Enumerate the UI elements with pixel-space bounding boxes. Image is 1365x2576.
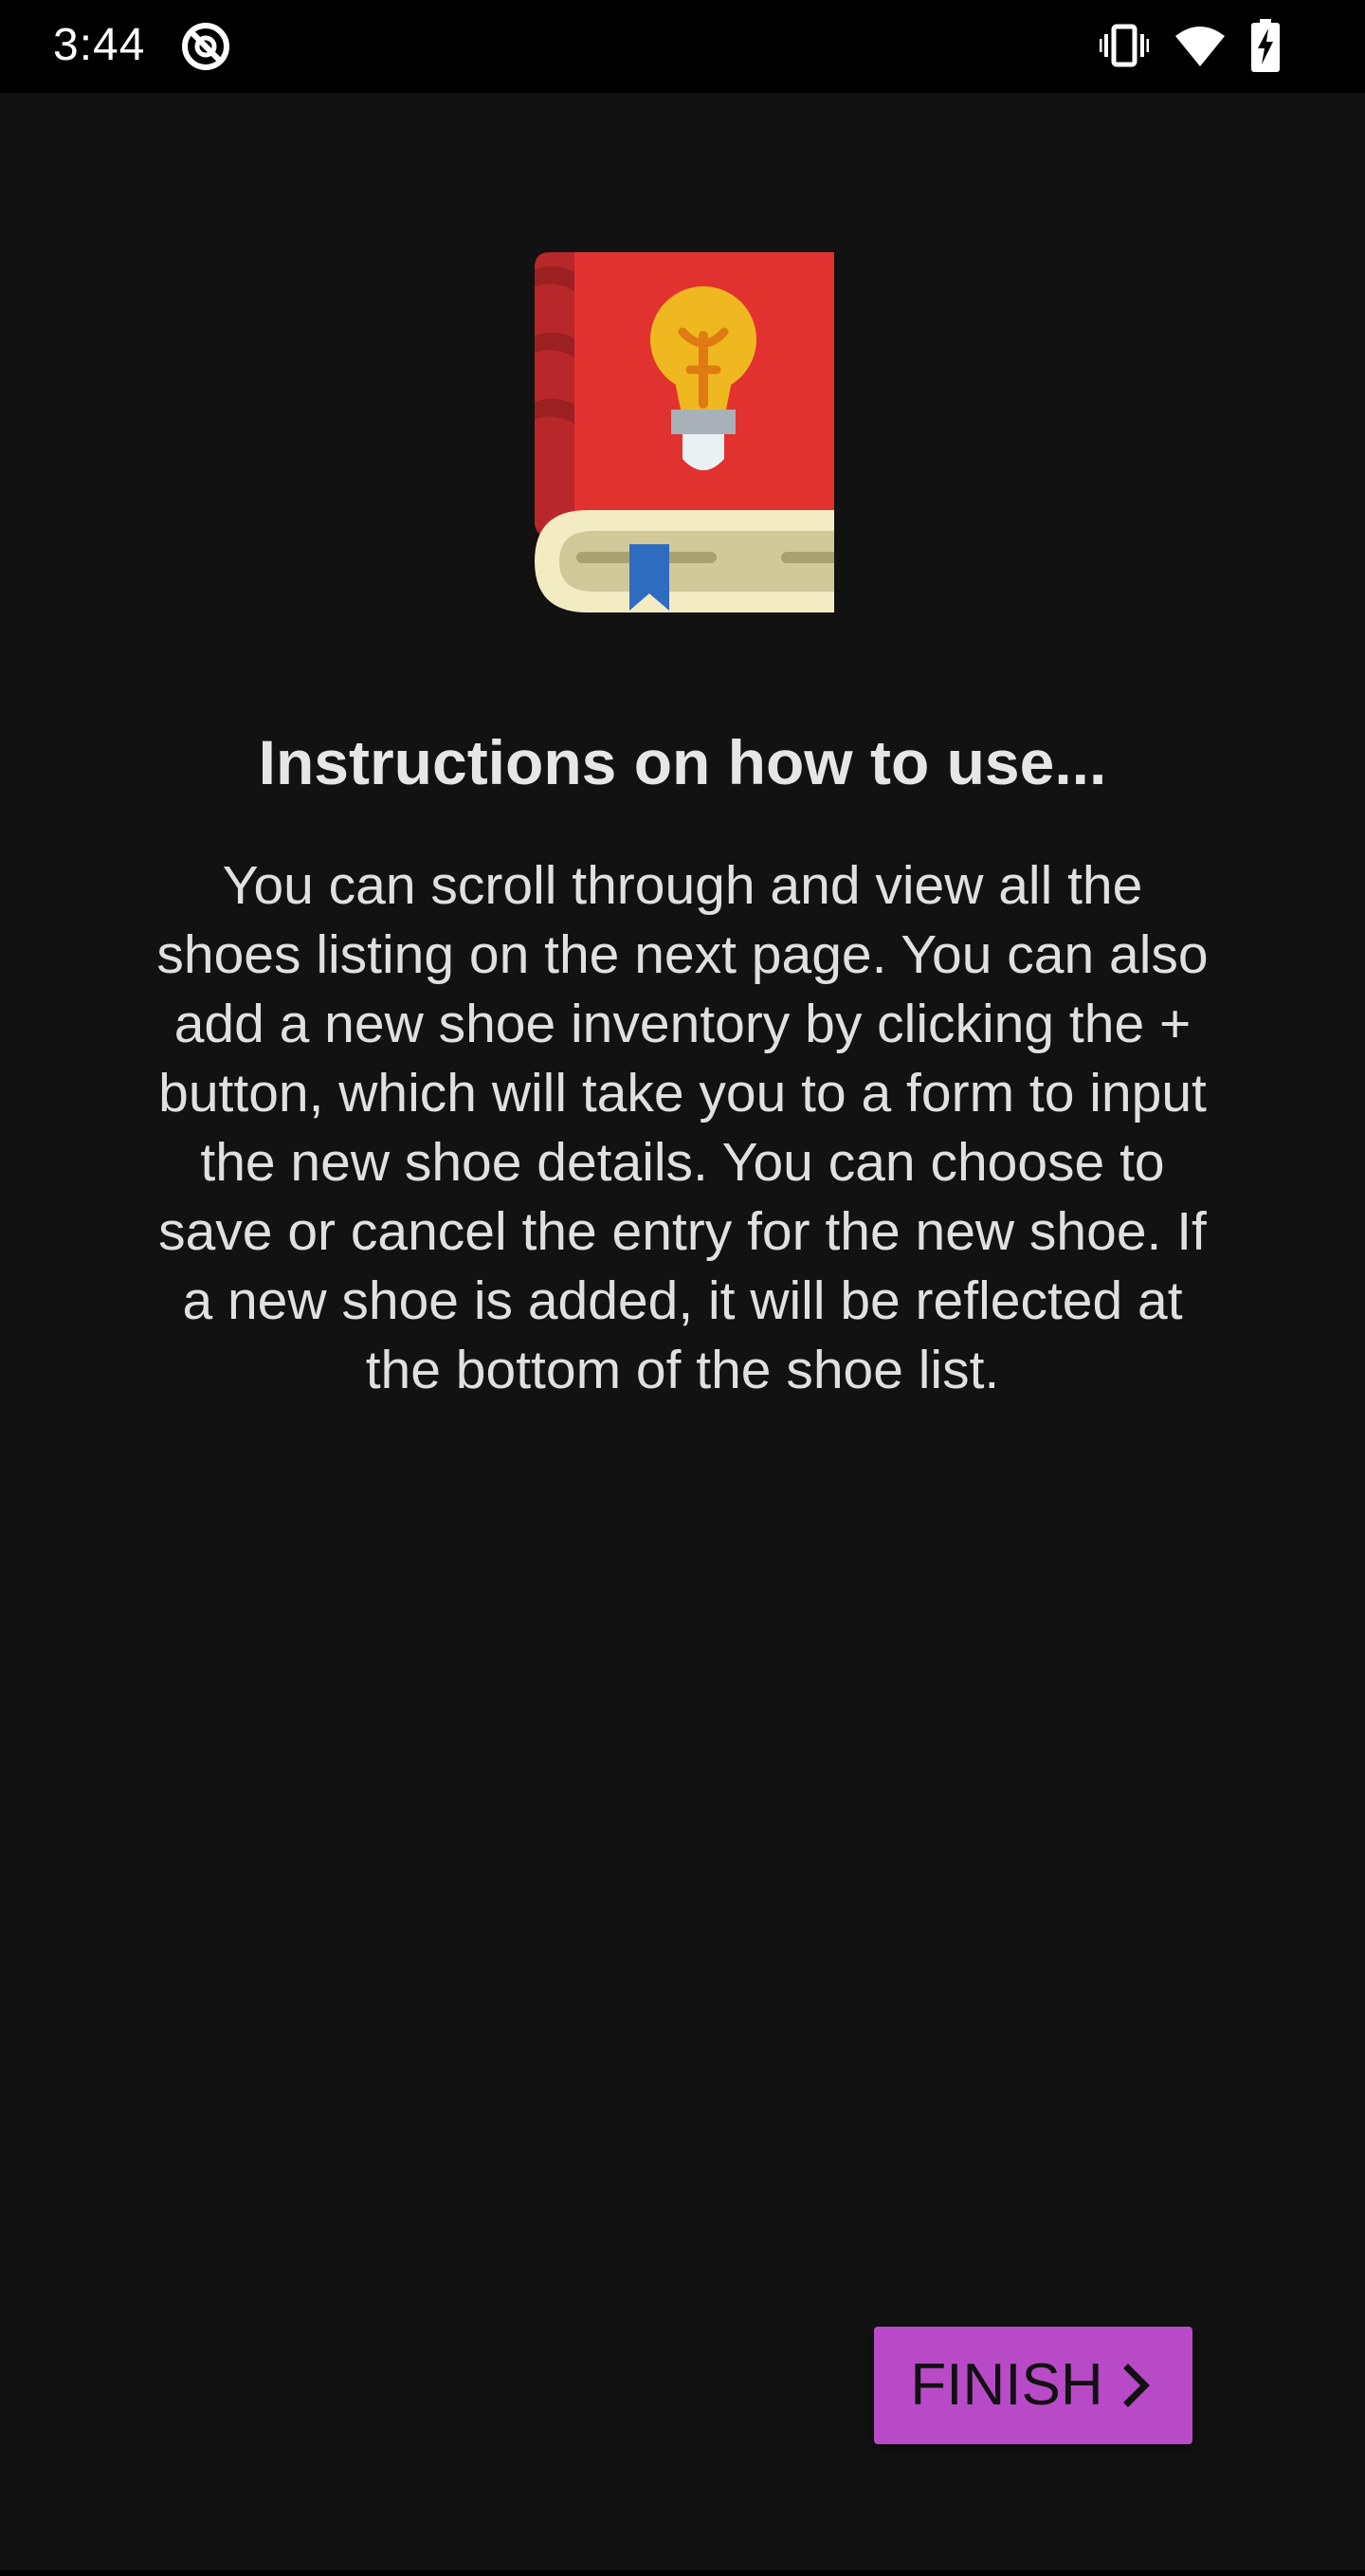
status-bar: 3:44 <box>0 0 1365 93</box>
instructions-text: You can scroll through and view all the … <box>156 855 1209 1400</box>
book-lightbulb-icon <box>531 248 840 612</box>
chevron-right-icon <box>1119 2361 1156 2410</box>
status-time: 3:44 <box>53 20 146 70</box>
navigation-bar <box>0 2570 1365 2576</box>
finish-button-label: FINISH <box>910 2352 1103 2418</box>
app-notification-icon <box>180 21 231 72</box>
page-title: Instructions on how to use... <box>258 727 1107 797</box>
status-icons <box>1100 19 1318 74</box>
finish-button[interactable]: FINISH <box>874 2327 1192 2444</box>
